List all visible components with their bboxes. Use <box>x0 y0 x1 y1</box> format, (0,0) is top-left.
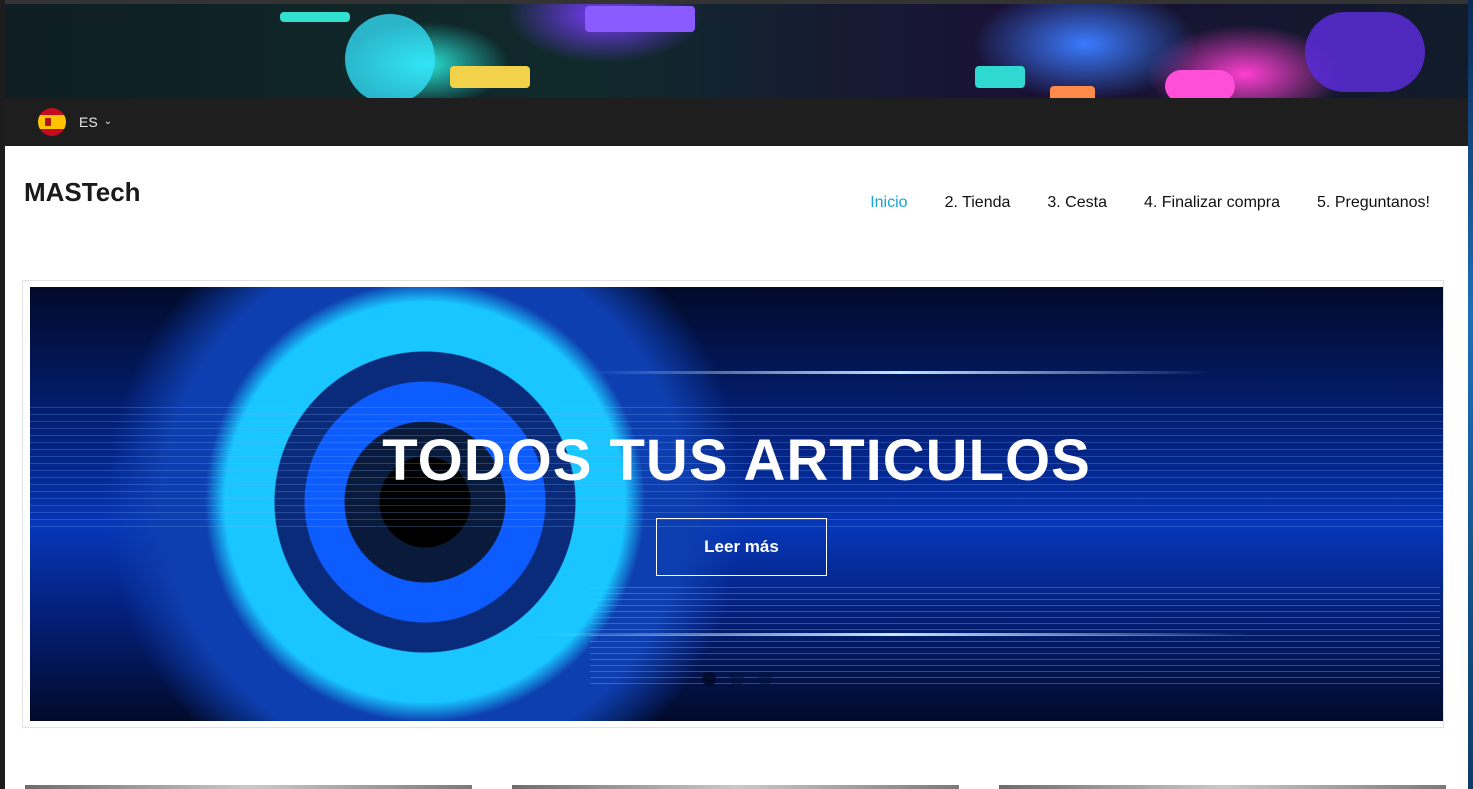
banner-cyan-block <box>975 66 1025 88</box>
slider-dot-2[interactable] <box>729 672 744 686</box>
product-thumbnail[interactable] <box>25 785 472 789</box>
nav-item-inicio[interactable]: Inicio <box>870 194 907 212</box>
site-title[interactable]: MASTech <box>24 177 141 208</box>
slider-dot-3[interactable] <box>757 672 772 686</box>
language-bar: ES ⌄ <box>5 98 1468 146</box>
banner-teal-bar <box>280 12 350 22</box>
banner-cyan-circle <box>345 14 435 104</box>
read-more-button[interactable]: Leer más <box>656 518 827 576</box>
right-edge <box>1468 0 1473 789</box>
nav-item-cesta[interactable]: 3. Cesta <box>1047 194 1107 212</box>
main-nav: Inicio 2. Tienda 3. Cesta 4. Finalizar c… <box>870 194 1430 212</box>
slider-light-line-top <box>590 371 1210 374</box>
slider-light-line-bottom <box>530 633 1250 636</box>
product-thumbnails <box>25 785 1446 789</box>
banner-purple-block <box>585 6 695 32</box>
language-code[interactable]: ES <box>79 114 98 130</box>
chevron-down-icon[interactable]: ⌄ <box>104 116 112 127</box>
nav-item-preguntanos[interactable]: 5. Preguntanos! <box>1317 194 1430 212</box>
slider-dots <box>30 672 1443 686</box>
nav-item-finalizar-compra[interactable]: 4. Finalizar compra <box>1144 194 1280 212</box>
banner-cloud-shape <box>1305 12 1425 92</box>
top-banner-image <box>5 0 1468 104</box>
banner-yellow-block <box>450 66 530 88</box>
slider-dot-1[interactable] <box>701 672 716 686</box>
slide-title: TODOS TUS ARTICULOS <box>382 428 1091 493</box>
hero-slider[interactable]: TODOS TUS ARTICULOS Leer más <box>30 287 1443 721</box>
page: ES ⌄ MASTech Inicio 2. Tienda 3. Cesta 4… <box>5 0 1468 789</box>
product-thumbnail[interactable] <box>999 785 1446 789</box>
nav-item-tienda[interactable]: 2. Tienda <box>945 194 1011 212</box>
spain-flag-icon[interactable] <box>38 108 66 136</box>
product-thumbnail[interactable] <box>512 785 959 789</box>
